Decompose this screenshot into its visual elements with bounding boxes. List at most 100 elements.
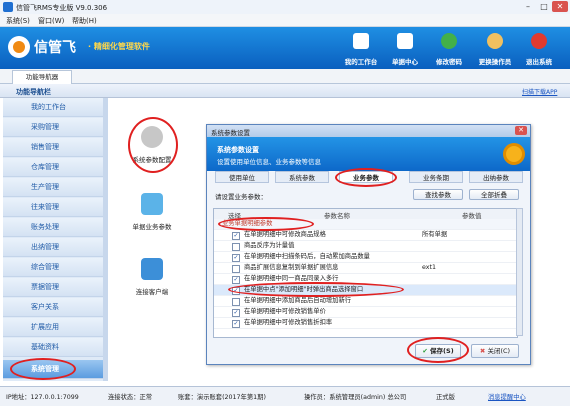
param-name: 商品反序为计量值 — [244, 242, 295, 249]
find-params-button[interactable]: 查找参数 — [413, 189, 463, 200]
sidebar-item-ledger[interactable]: 账务处理 — [3, 218, 103, 237]
tab-business-period[interactable]: 业务条期 — [409, 171, 463, 183]
tab-function-navigator[interactable]: 功能导航器 — [12, 70, 72, 84]
annotation-circle-group — [218, 217, 314, 231]
title-bar: 信管飞RMS专业版 V9.0.306 – □ ✕ — [0, 0, 570, 15]
row-checkbox[interactable]: ✓ — [232, 232, 240, 240]
banner-subtitle: 设置使用单位信息、业务参数等信息 — [217, 158, 321, 166]
param-value: ext1 — [422, 264, 436, 271]
scan-download-link[interactable]: 扫描下载APP — [522, 87, 557, 96]
param-value: 所有单据 — [422, 231, 448, 238]
workbench-button[interactable]: 我的工作台 — [340, 31, 382, 67]
dialog-title: 系统参数设置 — [211, 129, 250, 137]
annotation-circle-system — [10, 358, 76, 380]
param-name: 在单据明细中扫描条码后，自动累加商品数量 — [244, 253, 370, 260]
menu-bar: 系统(S) 窗口(W) 帮助(H) — [0, 14, 570, 27]
tab-system-params[interactable]: 系统参数 — [275, 171, 329, 183]
status-connection: 连接状态：正常 — [108, 394, 153, 401]
row-checkbox[interactable]: ✓ — [232, 309, 240, 317]
banner-title: 系统参数设置 — [217, 146, 259, 154]
table-row[interactable]: ✓ 在单据明细中可修改销售单价 — [214, 307, 517, 318]
param-name: 在单据明细中可修改商品规格 — [244, 231, 326, 238]
dialog-banner: 系统参数设置 设置使用单位信息、业务参数等信息 — [207, 137, 530, 171]
document-icon — [141, 193, 163, 215]
switch-operator-button[interactable]: 更换操作员 — [474, 31, 516, 67]
brand-name: 信管飞 — [34, 40, 76, 56]
dialog-close-icon[interactable]: ✕ — [515, 126, 527, 135]
params-grid: 选择 参数名称 参数值 业务单据明细参数 ✓ 在单据明细中可修改商品规格 所有单… — [213, 208, 518, 338]
tab-strip — [0, 69, 570, 84]
row-checkbox[interactable]: ✓ — [232, 320, 240, 328]
menu-system[interactable]: 系统(S) — [6, 16, 30, 26]
workbench-icon — [353, 33, 369, 49]
maximize-icon[interactable]: □ — [536, 1, 552, 12]
table-row[interactable]: ✓ 在单据明细中扫描条码后，自动累加商品数量 — [214, 252, 517, 263]
menu-help[interactable]: 帮助(H) — [72, 16, 97, 26]
sidebar-item-accounts[interactable]: 往来管理 — [3, 198, 103, 217]
sidebar-item-production[interactable]: 生产管理 — [3, 178, 103, 197]
status-account: 账套：演示账套(2017年第1期) — [178, 394, 266, 401]
table-row[interactable]: ✓ 在单据明细中可修改销售折扣率 — [214, 318, 517, 329]
header-banner: 信管飞 · 精细化管理软件 我的工作台 单据中心 修改密码 更换操作员 退出系统 — [0, 27, 570, 69]
message-center-link[interactable]: 消息提醒中心 — [488, 392, 526, 401]
close-x-icon: ✖ — [479, 347, 486, 355]
logo-icon — [8, 36, 30, 58]
row-checkbox[interactable] — [232, 243, 240, 251]
window-title: 信管飞RMS专业版 V9.0.306 — [16, 4, 108, 12]
sidebar-item-warehouse[interactable]: 仓库管理 — [3, 158, 103, 177]
sidebar-item-cashier[interactable]: 出纳管理 — [3, 238, 103, 257]
lock-icon — [441, 33, 457, 49]
table-row[interactable]: ✓ 在单据明细中可修改商品规格 所有单据 — [214, 230, 517, 241]
sidebar-scrollbar[interactable] — [103, 98, 108, 381]
table-row[interactable]: 在单据明细中添加商品后自动增加新行 — [214, 296, 517, 307]
power-icon — [531, 33, 547, 49]
sidebar-item-crm[interactable]: 客户关系 — [3, 298, 103, 317]
annotation-circle-row — [228, 282, 404, 297]
annotation-circle-save — [407, 337, 469, 363]
connect-client[interactable]: 连接客户端 — [124, 258, 180, 296]
status-edition: 正式版 — [436, 394, 455, 401]
app-icon — [3, 2, 13, 12]
row-checkbox[interactable]: ✓ — [232, 276, 240, 284]
row-checkbox[interactable] — [232, 298, 240, 306]
sidebar-item-invoices[interactable]: 票据管理 — [3, 278, 103, 297]
user-icon — [487, 33, 503, 49]
documents-button[interactable]: 单据中心 — [384, 31, 426, 67]
document-business-params[interactable]: 单据业务参数 — [124, 193, 180, 231]
sidebar-item-basic-data[interactable]: 基础资料 — [3, 338, 103, 357]
row-checkbox[interactable]: ✓ — [232, 254, 240, 262]
param-name: 在单据明细中可修改销售折扣率 — [244, 319, 333, 326]
param-name: 商品扩展信息复制到单据扩展信息 — [244, 264, 339, 271]
annotation-circle-tab — [335, 168, 397, 187]
sidebar-item-purchase[interactable]: 采购管理 — [3, 118, 103, 137]
row-checkbox[interactable] — [232, 265, 240, 273]
param-name: 在单据明细中可修改销售单价 — [244, 308, 326, 315]
param-name: 在单据明细中添加商品后自动增加新行 — [244, 297, 352, 304]
system-params-dialog: 系统参数设置 ✕ 系统参数设置 设置使用单位信息、业务参数等信息 使用单位 系统… — [206, 124, 531, 365]
close-button[interactable]: ✖ 关闭(C) — [471, 344, 519, 358]
status-operator: 操作员：系统管理员(admin) 总公司 — [304, 394, 407, 401]
sidebar-item-general[interactable]: 综合管理 — [3, 258, 103, 277]
brand-slogan: · 精细化管理软件 — [88, 42, 150, 51]
sidebar-item-extensions[interactable]: 扩展应用 — [3, 318, 103, 337]
gear-icon — [503, 143, 525, 165]
sidebar: 我的工作台 采购管理 销售管理 仓库管理 生产管理 往来管理 账务处理 出纳管理… — [3, 98, 104, 381]
table-row[interactable]: 商品扩展信息复制到单据扩展信息 ext1 — [214, 263, 517, 274]
table-row[interactable]: 商品反序为计量值 — [214, 241, 517, 252]
tab-cashier-params[interactable]: 出纳参数 — [469, 171, 523, 183]
close-icon[interactable]: ✕ — [552, 1, 568, 12]
grid-scrollbar[interactable] — [516, 208, 523, 336]
change-password-button[interactable]: 修改密码 — [428, 31, 470, 67]
collapse-all-button[interactable]: 全部折叠 — [469, 189, 519, 200]
exit-button[interactable]: 退出系统 — [518, 31, 560, 67]
sidebar-item-workbench[interactable]: 我的工作台 — [3, 98, 103, 117]
minimize-icon[interactable]: – — [520, 1, 536, 12]
menu-window[interactable]: 窗口(W) — [38, 16, 64, 26]
status-bar: IP地址：127.0.0.1:7099 连接状态：正常 账套：演示账套(2017… — [0, 386, 570, 406]
function-bar-title: 功能导航栏 — [16, 88, 51, 96]
tab-unit[interactable]: 使用单位 — [215, 171, 269, 183]
grid-icon — [397, 33, 413, 49]
network-icon — [141, 258, 163, 280]
sidebar-item-sales[interactable]: 销售管理 — [3, 138, 103, 157]
function-bar — [0, 84, 570, 98]
